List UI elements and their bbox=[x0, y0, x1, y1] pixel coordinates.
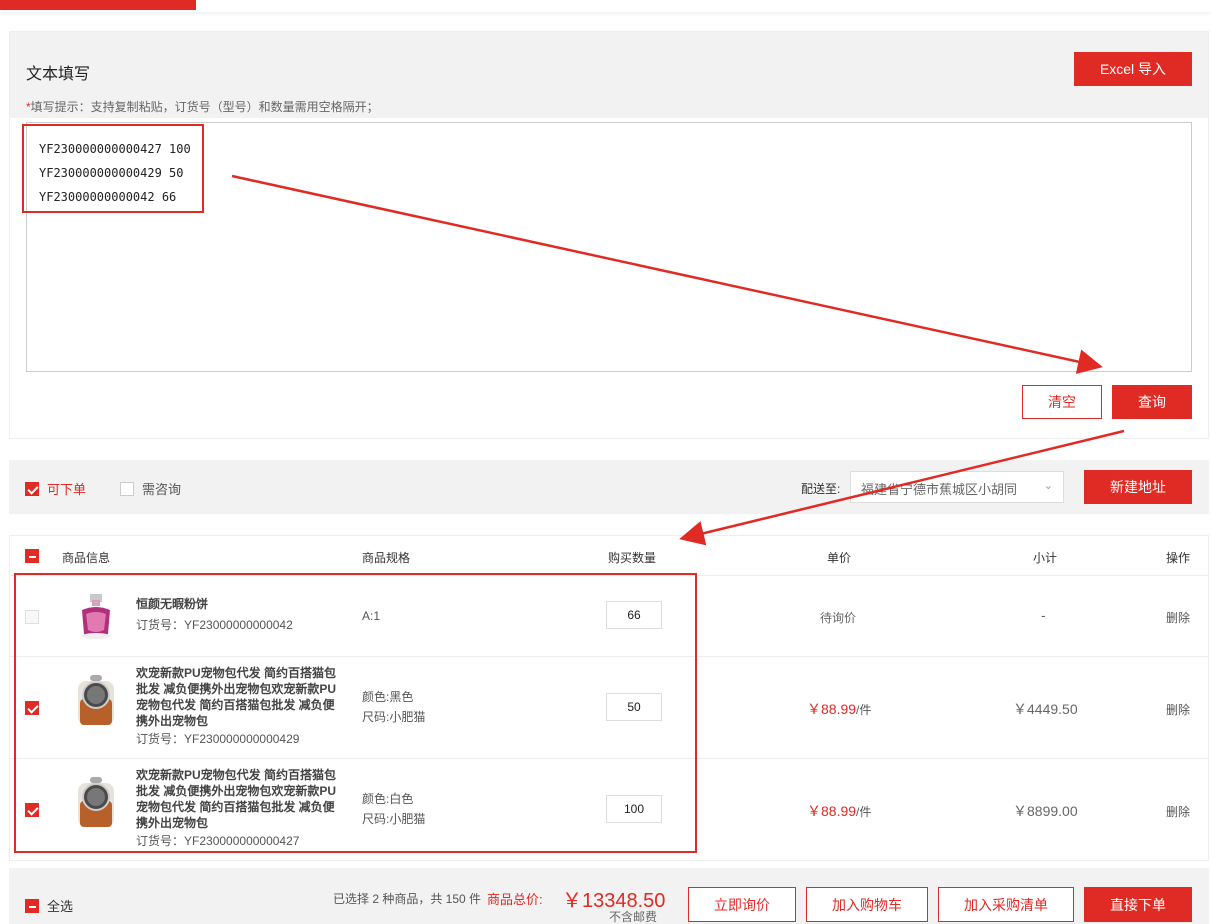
select-all-checkbox[interactable] bbox=[25, 898, 39, 913]
top-tab-bar bbox=[0, 0, 1211, 12]
textarea-line: YF230000000000429 50 bbox=[39, 166, 184, 180]
total-label: 商品总价: bbox=[487, 892, 543, 907]
unit-price: 待询价 bbox=[820, 611, 857, 625]
panel-title: 文本填写 bbox=[26, 66, 91, 83]
price-unit: /件 bbox=[856, 703, 872, 717]
consult-label: 需咨询 bbox=[142, 482, 182, 497]
address-value: 福建省宁德市蕉城区小胡同 bbox=[861, 482, 1018, 497]
delete-link[interactable]: 删除 bbox=[1166, 803, 1190, 820]
unit-price: ￥88.99/件 bbox=[807, 801, 871, 821]
add-to-cart-button[interactable]: 加入购物车 bbox=[806, 887, 928, 922]
consult-checkbox[interactable] bbox=[120, 481, 134, 496]
consult-filter[interactable]: 需咨询 bbox=[120, 479, 181, 498]
select-all-label: 全选 bbox=[47, 899, 74, 914]
place-order-button[interactable]: 直接下单 bbox=[1084, 887, 1192, 922]
text-input-panel: 文本填写 Excel 导入 *填写提示：支持复制粘贴，订货号（型号）和数量需用空… bbox=[9, 31, 1209, 439]
annotation-highlight-input bbox=[22, 124, 204, 213]
query-button[interactable]: 查询 bbox=[1112, 385, 1192, 419]
checkout-footer: 全选 已选择 2 种商品，共 150 件 商品总价: ￥13348.50 不含邮… bbox=[9, 868, 1209, 924]
header-select-checkbox[interactable] bbox=[25, 549, 39, 563]
shipping-note: 不含邮费 bbox=[609, 910, 658, 924]
active-tab-indicator[interactable] bbox=[0, 0, 196, 10]
add-to-purchase-list-button[interactable]: 加入采购清单 bbox=[938, 887, 1074, 922]
table-header: 商品信息 商品规格 购买数量 单价 小计 操作 bbox=[10, 536, 1208, 576]
row-subtotal: ￥4449.50 bbox=[1013, 701, 1078, 717]
header-product: 商品信息 bbox=[62, 551, 111, 565]
row-subtotal: - bbox=[1041, 607, 1046, 623]
textarea-line: YF230000000000427 100 bbox=[39, 142, 191, 156]
price-value: ￥88.99 bbox=[807, 803, 857, 819]
header-spec: 商品规格 bbox=[362, 551, 411, 565]
new-address-button[interactable]: 新建地址 bbox=[1084, 470, 1192, 504]
orderable-filter[interactable]: 可下单 bbox=[25, 479, 86, 498]
inquiry-button[interactable]: 立即询价 bbox=[688, 887, 796, 922]
orderable-checkbox[interactable] bbox=[25, 481, 39, 496]
clear-button[interactable]: 清空 bbox=[1022, 385, 1102, 419]
header-action: 操作 bbox=[1166, 551, 1191, 565]
delete-link[interactable]: 删除 bbox=[1166, 609, 1190, 626]
chevron-down-icon: ⌄ bbox=[1043, 480, 1053, 492]
ship-to-label: 配送至: bbox=[801, 482, 841, 496]
price-unit: /件 bbox=[856, 805, 872, 819]
header-subtotal: 小计 bbox=[1033, 551, 1058, 565]
orderable-label: 可下单 bbox=[47, 482, 87, 497]
filter-bar: 可下单 需咨询 配送至: 福建省宁德市蕉城区小胡同 ⌄ 新建地址 bbox=[9, 460, 1209, 514]
textarea-line: YF23000000000042 66 bbox=[39, 190, 177, 204]
excel-import-button[interactable]: Excel 导入 bbox=[1074, 52, 1192, 86]
header-price: 单价 bbox=[827, 551, 852, 565]
row-subtotal: ￥8899.00 bbox=[1013, 803, 1078, 819]
unit-price: ￥88.99/件 bbox=[807, 699, 871, 719]
tip-text: 填写提示：支持复制粘贴，订货号（型号）和数量需用空格隔开； bbox=[30, 100, 379, 114]
select-all[interactable]: 全选 bbox=[25, 896, 73, 915]
header-qty: 购买数量 bbox=[608, 551, 657, 565]
input-tip: *填写提示：支持复制粘贴，订货号（型号）和数量需用空格隔开； bbox=[26, 98, 379, 115]
selection-summary: 已选择 2 种商品，共 150 件 bbox=[333, 892, 482, 906]
price-value: ￥88.99 bbox=[807, 701, 857, 717]
delete-link[interactable]: 删除 bbox=[1166, 701, 1190, 718]
annotation-highlight-results bbox=[14, 573, 697, 853]
address-select[interactable]: 福建省宁德市蕉城区小胡同 ⌄ bbox=[850, 471, 1064, 503]
